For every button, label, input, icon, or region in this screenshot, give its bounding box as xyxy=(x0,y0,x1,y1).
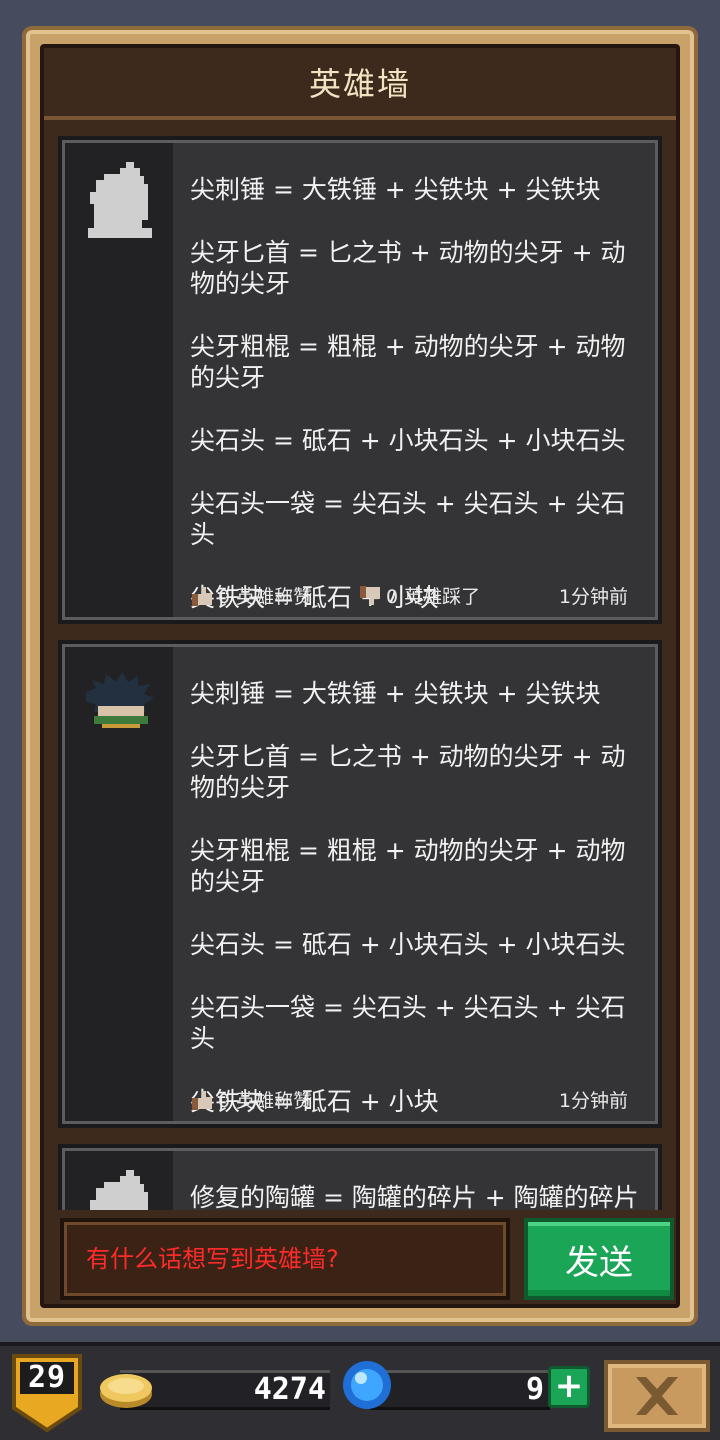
add-gems-button[interactable]: + xyxy=(548,1366,590,1408)
blue-gem-icon xyxy=(343,1361,391,1409)
status-bar: 29 4274 9 + xyxy=(0,1342,720,1440)
like-count: 0 英雄称赞 xyxy=(218,1090,313,1112)
gem-count: 9 xyxy=(525,1372,544,1407)
like-button[interactable]: 0 英雄称赞 xyxy=(190,1086,312,1113)
recipe-line: 尖石头一袋 = 尖石头 + 尖石头 + 尖石头 xyxy=(190,993,626,1053)
recipe-line: 尖牙匕首 = 匕之书 + 动物的尖牙 + 动物的尖牙 xyxy=(190,238,626,298)
dislike-count: 0 英雄踩了 xyxy=(386,586,481,608)
recipe-line: 尖石头 = 砥石 + 小块石头 + 小块石头 xyxy=(190,426,626,455)
coin-count: 4274 xyxy=(253,1372,326,1407)
close-icon xyxy=(636,1377,678,1415)
send-button[interactable]: 发送 xyxy=(524,1218,674,1300)
thumbs-down-icon xyxy=(360,585,380,605)
message-card: 尖刺锤 = 大铁锤 + 尖铁块 + 尖铁块 尖牙匕首 = 匕之书 + 动物的尖牙… xyxy=(58,136,662,624)
thumbs-up-icon xyxy=(192,1090,212,1110)
recipe-line: 尖石头一袋 = 尖石头 + 尖石头 + 尖石头 xyxy=(190,489,626,549)
hero-wall-panel: 英雄墙 尖刺锤 = 大铁锤 + 尖铁块 + 尖铁块 尖牙匕首 = 匕之书 + 动… xyxy=(22,26,698,1326)
like-count: 0 英雄称赞 xyxy=(218,586,313,608)
thumbs-up-icon xyxy=(192,586,212,606)
recipe-line: 修复的陶罐 = 陶罐的碎片 + 陶罐的碎片 xyxy=(190,1183,639,1210)
post-time: 1分钟前 xyxy=(558,586,628,608)
message-footer: 0 英雄称赞 0 英雄踩了 1分钟前 xyxy=(190,580,628,608)
message-text: 尖刺锤 = 大铁锤 + 尖铁块 + 尖铁块 尖牙匕首 = 匕之书 + 动物的尖牙… xyxy=(190,678,644,1117)
gold-coin-stack-icon xyxy=(100,1374,152,1408)
close-button[interactable] xyxy=(604,1360,710,1432)
recipe-line: 尖牙匕首 = 匕之书 + 动物的尖牙 + 动物的尖牙 xyxy=(190,742,626,802)
dislike-button[interactable]: 0 英雄踩了 xyxy=(358,582,480,609)
message-input[interactable] xyxy=(86,1245,506,1273)
message-card: 修复的陶罐 = 陶罐的碎片 + 陶罐的碎片 xyxy=(58,1144,662,1210)
recipe-line: 尖石头 = 砥石 + 小块石头 + 小块石头 xyxy=(190,930,626,959)
message-footer: 0 英雄称赞 1分钟前 xyxy=(190,1084,628,1112)
recipe-line: 尖牙粗棍 = 粗棍 + 动物的尖牙 + 动物的尖牙 xyxy=(190,836,626,896)
hooded-silhouette-avatar xyxy=(90,1170,148,1210)
spiky-hair-hero-avatar xyxy=(86,672,154,728)
post-time: 1分钟前 xyxy=(558,1090,628,1112)
message-text: 修复的陶罐 = 陶罐的碎片 + 陶罐的碎片 xyxy=(190,1182,644,1210)
title-bar: 英雄墙 xyxy=(44,48,676,120)
message-card: 尖刺锤 = 大铁锤 + 尖铁块 + 尖铁块 尖牙匕首 = 匕之书 + 动物的尖牙… xyxy=(58,640,662,1128)
message-text: 尖刺锤 = 大铁锤 + 尖铁块 + 尖铁块 尖牙匕首 = 匕之书 + 动物的尖牙… xyxy=(190,174,644,613)
like-button[interactable]: 0 英雄称赞 xyxy=(190,582,312,609)
recipe-line: 尖牙粗棍 = 粗棍 + 动物的尖牙 + 动物的尖牙 xyxy=(190,332,626,392)
message-list[interactable]: 尖刺锤 = 大铁锤 + 尖铁块 + 尖铁块 尖牙匕首 = 匕之书 + 动物的尖牙… xyxy=(54,136,666,1210)
recipe-line: 尖刺锤 = 大铁锤 + 尖铁块 + 尖铁块 xyxy=(190,175,601,204)
page-title: 英雄墙 xyxy=(308,65,411,103)
message-input-box[interactable] xyxy=(60,1218,510,1300)
player-level: 29 xyxy=(27,1360,67,1395)
hero-wall-inner: 英雄墙 尖刺锤 = 大铁锤 + 尖铁块 + 尖铁块 尖牙匕首 = 匕之书 + 动… xyxy=(40,44,680,1308)
hooded-silhouette-avatar xyxy=(88,162,152,238)
recipe-line: 尖刺锤 = 大铁锤 + 尖铁块 + 尖铁块 xyxy=(190,679,601,708)
